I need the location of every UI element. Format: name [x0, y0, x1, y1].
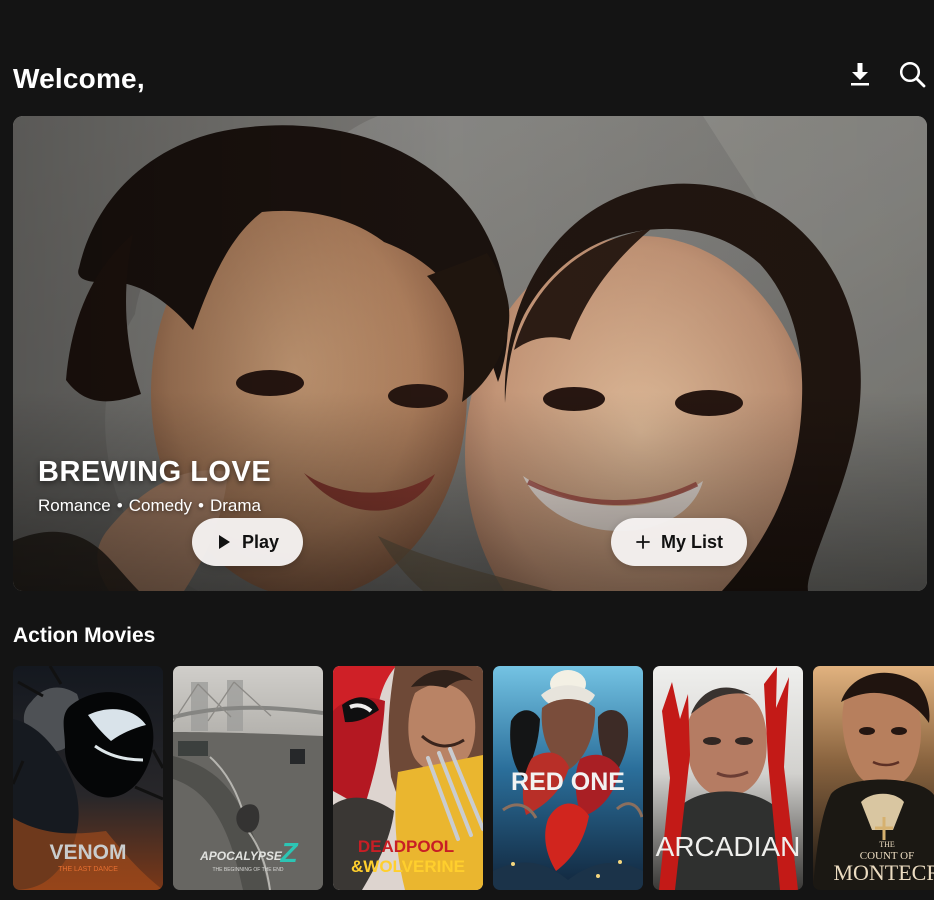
search-button[interactable] — [898, 60, 926, 88]
deadpool-title-line-2: &WOLVERINE — [351, 857, 465, 876]
monte-cristo-title-line-3: MONTECRIS — [833, 860, 934, 885]
my-list-button[interactable]: My List — [611, 518, 747, 566]
movie-card-venom[interactable]: VENOM THE LAST DANCE — [13, 666, 163, 890]
hero-gradient-overlay — [13, 116, 927, 591]
movie-card-deadpool-wolverine[interactable]: DEADPOOL &WOLVERINE — [333, 666, 483, 890]
featured-title: BREWING LOVE — [38, 456, 272, 488]
genre-drama: Drama — [209, 496, 261, 515]
movie-card-arcadian[interactable]: ARCADIAN — [653, 666, 803, 890]
welcome-heading: Welcome, — [13, 63, 145, 94]
genre-separator: • — [116, 496, 123, 515]
movie-card-red-one[interactable]: RED ONE — [493, 666, 643, 890]
venom-title-line-1: VENOM — [49, 841, 126, 864]
apocalypse-title-line-3: THE BEGINNING OF THE END — [212, 867, 283, 873]
streaming-home-screen: Welcome, BREWING LOVE Romance • Comedy •… — [0, 0, 934, 900]
plus-icon — [636, 535, 650, 549]
download-icon — [851, 63, 869, 86]
genre-separator: • — [198, 496, 204, 515]
download-button[interactable] — [846, 60, 874, 88]
my-list-button-label: My List — [660, 531, 723, 552]
play-button[interactable]: Play — [192, 518, 303, 566]
action-movies-row: VENOM THE LAST DANCE APOCALYPSE Z THE BE… — [13, 666, 934, 890]
genre-comedy: Comedy — [128, 496, 193, 515]
movie-card-the-count-of-monte-cristo[interactable]: THE COUNT OF MONTECRIS — [813, 666, 934, 890]
play-button-label: Play — [241, 531, 280, 552]
action-movies-heading: Action Movies — [13, 624, 156, 647]
genre-romance: Romance — [38, 496, 111, 515]
arcadian-poster: ARCADIAN — [653, 666, 803, 890]
deadpool-title-line-1: DEADPOOL — [358, 837, 454, 856]
venom-title-line-2: THE LAST DANCE — [58, 866, 118, 873]
search-icon — [899, 61, 925, 87]
apocalypse-title-line-2: Z — [279, 837, 298, 868]
red-one-title: RED ONE — [511, 768, 625, 796]
apocalypse-title-line-1: APOCALYPSE — [199, 849, 283, 863]
header-actions — [846, 60, 926, 88]
play-icon — [218, 535, 230, 549]
movie-card-apocalypse-z[interactable]: APOCALYPSE Z THE BEGINNING OF THE END — [173, 666, 323, 890]
monte-cristo-title-line-1: THE — [879, 840, 895, 849]
arcadian-title: ARCADIAN — [656, 831, 801, 862]
featured-genres: Romance • Comedy • Drama — [38, 496, 261, 516]
red-one-poster: RED ONE — [493, 666, 643, 890]
venom-poster: VENOM THE LAST DANCE — [13, 666, 163, 890]
count-of-monte-cristo-poster: THE COUNT OF MONTECRIS — [813, 666, 934, 890]
featured-banner[interactable]: BREWING LOVE Romance • Comedy • Drama Pl… — [13, 116, 927, 591]
top-header: Welcome, — [13, 56, 926, 96]
apocalypse-z-poster: APOCALYPSE Z THE BEGINNING OF THE END — [173, 666, 323, 890]
deadpool-wolverine-poster: DEADPOOL &WOLVERINE — [333, 666, 483, 890]
